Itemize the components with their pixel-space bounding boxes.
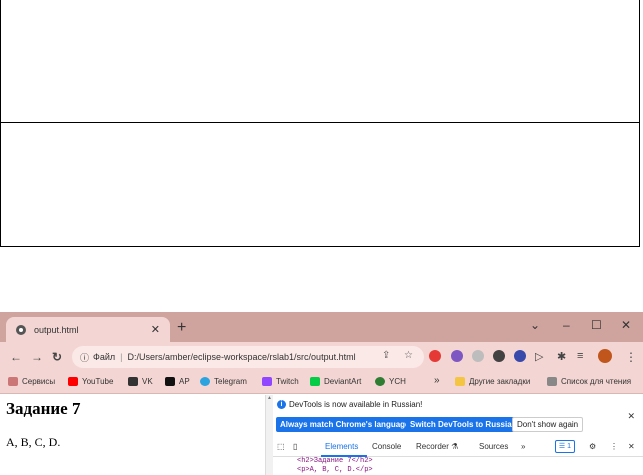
deviantart-icon: [310, 377, 320, 386]
reading-list[interactable]: Список для чтения: [547, 377, 631, 386]
adblock-icon[interactable]: [429, 350, 441, 362]
bookmark-label: YCH: [389, 377, 406, 386]
bookmark-label: Twitch: [276, 377, 299, 386]
menu-icon[interactable]: ⋮: [625, 350, 637, 364]
tab-search-icon[interactable]: ⌄: [530, 318, 540, 332]
tab-close-icon[interactable]: ✕: [151, 323, 160, 336]
extension-icon[interactable]: [493, 350, 505, 362]
info-icon[interactable]: ⓘ: [80, 351, 89, 364]
reading-list-label: Список для чтения: [561, 377, 632, 386]
device-toolbar-icon[interactable]: ▯: [293, 442, 297, 451]
title-bar: output.html ✕ + ⌄ – ☐ ✕: [0, 312, 643, 342]
issues-count: 1: [567, 443, 572, 450]
info-icon: i: [277, 400, 286, 409]
bookmark-vk[interactable]: VK: [128, 377, 153, 386]
back-icon[interactable]: ←: [10, 350, 22, 364]
page-paragraph: A, B, C, D.: [6, 435, 61, 449]
browser-window: output.html ✕ + ⌄ – ☐ ✕ ← → ↻ ⓘ Файл | D…: [0, 312, 643, 475]
extension-icon[interactable]: [472, 350, 484, 362]
notice-message: DevTools is now available in Russian!: [289, 400, 423, 409]
telegram-icon: [200, 377, 210, 386]
bookmark-label: VK: [142, 377, 153, 386]
close-devtools-icon[interactable]: ✕: [628, 442, 635, 451]
page-heading: Задание 7: [6, 399, 81, 418]
bookmark-ap[interactable]: AP: [165, 377, 190, 386]
address-separator: |: [120, 352, 123, 362]
dom-tree: <h2>Задание 7</h2> <p>A, B, C, D.</p>: [297, 457, 373, 475]
devtools-panel: i DevTools is now available in Russian! …: [273, 395, 643, 475]
puzzle-icon[interactable]: ✱: [557, 350, 566, 363]
page-scrollbar[interactable]: [265, 395, 273, 475]
address-bar[interactable]: ⓘ Файл | D:/Users/amber/eclipse-workspac…: [72, 346, 424, 368]
youtube-icon: [68, 377, 78, 386]
reload-icon[interactable]: ↻: [52, 350, 62, 364]
tab-recorder[interactable]: Recorder ⚗: [416, 442, 458, 451]
issues-badge[interactable]: ☰ 1: [555, 440, 575, 453]
bookmark-other[interactable]: Другие закладки: [455, 377, 530, 386]
tab-elements[interactable]: Elements: [325, 442, 358, 451]
dom-node[interactable]: <h2>Задание 7</h2>: [297, 457, 373, 466]
close-icon[interactable]: ✕: [627, 411, 635, 422]
tab-console[interactable]: Console: [372, 442, 401, 451]
reading-list-icon: [547, 377, 557, 386]
tab-sources[interactable]: Sources: [479, 442, 508, 451]
avatar[interactable]: [598, 349, 612, 363]
bookmark-ych[interactable]: YCH: [375, 377, 406, 386]
bookmark-services[interactable]: Сервисы: [8, 377, 55, 386]
match-language-button[interactable]: Always match Chrome's language: [276, 417, 414, 432]
bookmark-twitch[interactable]: Twitch: [262, 377, 299, 386]
extension-icon[interactable]: [514, 350, 526, 362]
play-icon[interactable]: ▷: [535, 350, 543, 363]
bookmark-label: AP: [179, 377, 190, 386]
more-tabs-icon[interactable]: »: [521, 442, 525, 451]
bookmarks-bar: Сервисы YouTube VK AP Telegram Twitch De…: [0, 372, 643, 394]
toolbar: ← → ↻ ⓘ Файл | D:/Users/amber/eclipse-wo…: [0, 342, 643, 372]
bookmark-label: DeviantArt: [324, 377, 362, 386]
bookmark-star-icon[interactable]: ☆: [404, 350, 413, 361]
twitch-icon: [262, 377, 272, 386]
chrome-icon: [16, 324, 26, 335]
close-window-button[interactable]: ✕: [621, 318, 631, 332]
folder-icon: [455, 377, 465, 386]
switch-language-button[interactable]: Switch DevTools to Russian: [406, 417, 521, 432]
dom-node[interactable]: <p>A, B, C, D.</p>: [297, 466, 373, 475]
bookmark-label: Другие закладки: [469, 377, 531, 386]
bookmark-telegram[interactable]: Telegram: [200, 377, 247, 386]
address-path: D:/Users/amber/eclipse-workspace/rslab1/…: [127, 352, 356, 362]
settings-icon[interactable]: ⚙: [589, 442, 596, 451]
dont-show-again-button[interactable]: Don't show again: [512, 417, 584, 432]
table-cell-bottom: [0, 122, 640, 247]
bookmark-label: Telegram: [214, 377, 247, 386]
table-cell-top: [0, 0, 640, 123]
page-content: Задание 7 A, B, C, D.: [0, 395, 265, 475]
tab-title: output.html: [34, 324, 79, 335]
share-icon[interactable]: ⇪: [382, 350, 390, 361]
bookmark-label: Сервисы: [22, 377, 56, 386]
reading-mode-icon[interactable]: ≡: [577, 350, 583, 362]
vk-icon: [128, 377, 138, 386]
bookmark-label: YouTube: [82, 377, 114, 386]
devtools-tab-bar: ⬚ ▯ Elements Console Recorder ⚗ Sources …: [273, 437, 643, 457]
maximize-button[interactable]: ☐: [591, 318, 602, 332]
browser-tab[interactable]: output.html ✕: [6, 317, 170, 342]
bookmark-youtube[interactable]: YouTube: [68, 377, 113, 386]
ych-icon: [375, 377, 385, 386]
address-prefix: Файл: [93, 352, 116, 362]
inspect-icon[interactable]: ⬚: [277, 442, 285, 451]
forward-icon[interactable]: →: [31, 350, 43, 364]
more-options-icon[interactable]: ⋮: [610, 442, 618, 451]
bookmark-deviantart[interactable]: DeviantArt: [310, 377, 361, 386]
bookmarks-more-icon[interactable]: »: [434, 375, 440, 386]
apps-icon: [8, 377, 18, 386]
ap-icon: [165, 377, 175, 386]
extension-icon[interactable]: [451, 350, 463, 362]
new-tab-button[interactable]: +: [177, 319, 186, 337]
minimize-button[interactable]: –: [563, 318, 570, 332]
language-notice: i DevTools is now available in Russian! …: [273, 395, 643, 435]
